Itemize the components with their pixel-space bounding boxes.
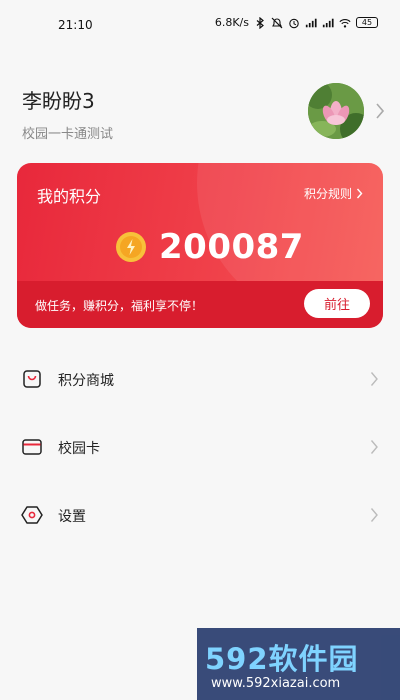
chevron-right-icon (356, 188, 363, 199)
menu-item-label: 校园卡 (58, 441, 100, 457)
profile-header[interactable]: 李盼盼3 校园一卡通测试 (22, 83, 388, 145)
points-title: 我的积分 (37, 187, 102, 206)
chevron-right-icon (370, 372, 378, 386)
network-speed: 6.8K/s (214, 16, 249, 29)
menu-item-points-mall[interactable]: 积分商城 (0, 346, 400, 414)
menu-item-campus-card[interactable]: 校园卡 (0, 414, 400, 482)
points-slogan: 做任务，赚积分，福利享不停！ (35, 299, 204, 313)
status-time: 21:10 (58, 18, 93, 32)
settings-hexagon-icon (21, 506, 43, 524)
page: 21:10 6.8K/s 45 李盼盼3 校园一卡通测试 我的积分 积分规则 2… (0, 0, 400, 700)
bluetooth-icon (256, 16, 264, 29)
card-icon (22, 439, 42, 455)
battery-icon: 45 (356, 17, 378, 28)
points-value: 200087 (159, 227, 304, 267)
status-bar: 21:10 6.8K/s 45 (0, 0, 400, 52)
points-rule-link[interactable]: 积分规则 (304, 185, 363, 202)
mute-icon (271, 17, 283, 28)
watermark: 592软件园 www.592xiazai.com (197, 628, 400, 700)
points-card: 我的积分 积分规则 200087 做任务，赚积分，福利享不停！ 前往 (17, 163, 383, 328)
user-name: 李盼盼3 (22, 89, 95, 113)
points-footer: 做任务，赚积分，福利享不停！ 前往 (17, 281, 383, 328)
points-balance: 200087 (115, 227, 304, 267)
go-button[interactable]: 前往 (304, 289, 370, 318)
chevron-right-icon[interactable] (374, 101, 386, 121)
signal-icon (322, 18, 334, 27)
alarm-icon (289, 18, 299, 28)
menu-item-label: 设置 (58, 509, 86, 525)
avatar[interactable] (308, 83, 364, 139)
chevron-right-icon (370, 508, 378, 522)
wifi-icon (339, 18, 351, 28)
menu-item-label: 积分商城 (58, 373, 114, 389)
user-subtitle: 校园一卡通测试 (22, 127, 114, 142)
watermark-logo: 592软件园 (205, 642, 359, 676)
lotus-avatar-image (308, 83, 364, 139)
signal-icon (305, 18, 317, 27)
coin-icon (116, 232, 146, 262)
status-icons: 6.8K/s 45 (215, 16, 378, 29)
points-rule-label: 积分规则 (304, 187, 353, 201)
shopping-bag-icon (23, 370, 41, 388)
chevron-right-icon (370, 440, 378, 454)
watermark-url: www.592xiazai.com (211, 676, 341, 691)
menu-item-settings[interactable]: 设置 (0, 482, 400, 550)
